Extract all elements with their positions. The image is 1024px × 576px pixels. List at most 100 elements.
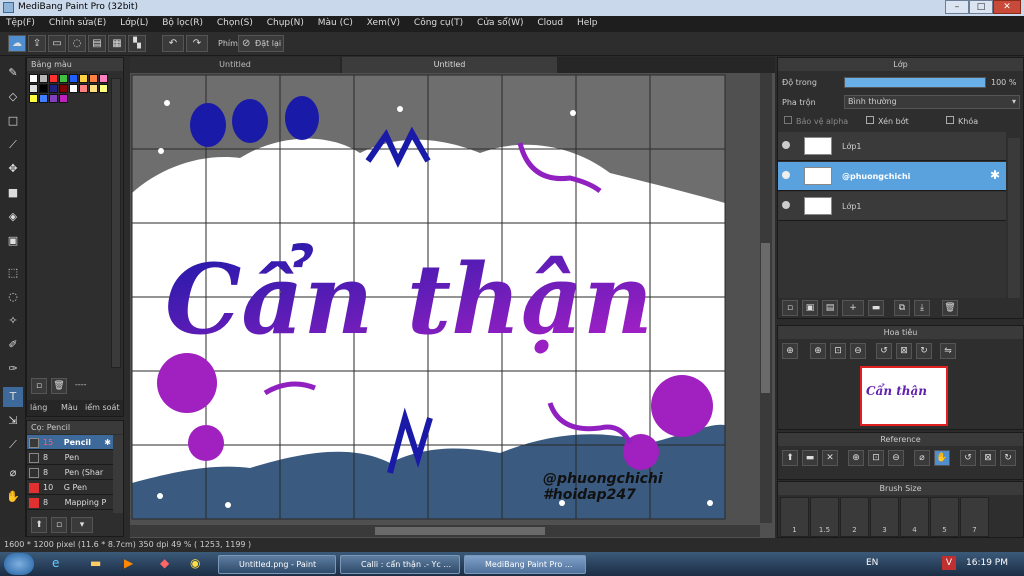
- bucket-tool-icon[interactable]: ◈: [3, 207, 23, 227]
- new-palette-icon[interactable]: ▫: [31, 378, 47, 394]
- brush-new-icon[interactable]: ▫: [51, 517, 67, 533]
- menu-filter[interactable]: Bộ lọc(R): [156, 16, 208, 28]
- new-8bit-layer-icon[interactable]: ▤: [822, 300, 838, 316]
- color-swatch[interactable]: [59, 94, 68, 103]
- folder-open-icon[interactable]: ▬: [802, 450, 818, 466]
- task-chrome[interactable]: Calli : cẩn thận .- Yc ...: [340, 555, 460, 574]
- brush-size-cell[interactable]: 1: [780, 497, 809, 537]
- trash-icon[interactable]: 🗑: [51, 378, 67, 394]
- document-icon[interactable]: ▤: [88, 35, 106, 52]
- gear-icon[interactable]: ✱: [990, 168, 1000, 182]
- new-layer-icon[interactable]: ▫: [782, 300, 798, 316]
- menu-help[interactable]: Help: [571, 16, 603, 28]
- rotate-right-icon[interactable]: ↻: [916, 343, 932, 359]
- rectangle-tool-icon[interactable]: □: [3, 111, 23, 131]
- merge-icon[interactable]: ⤓: [914, 300, 930, 316]
- menu-edit[interactable]: Chỉnh sửa(E): [43, 16, 111, 28]
- zoom-in-alt-icon[interactable]: ⊕: [810, 343, 826, 359]
- canvas-area[interactable]: Cẩn thận @phuongchichi #hoidap247: [130, 73, 775, 538]
- tray-v-icon[interactable]: V: [942, 556, 956, 570]
- protect-alpha-checkbox[interactable]: Bảo vệ alpha: [784, 116, 848, 126]
- canvas-hscroll-thumb[interactable]: [375, 527, 545, 535]
- lock-checkbox[interactable]: Khóa: [946, 116, 978, 126]
- operation-tool-icon[interactable]: ⇲: [3, 411, 23, 431]
- menu-capture[interactable]: Chụp(N): [261, 16, 309, 28]
- menu-select[interactable]: Chọn(S): [211, 16, 258, 28]
- rotate-right-icon[interactable]: ↻: [1000, 450, 1016, 466]
- menu-file[interactable]: Tệp(F): [0, 16, 40, 28]
- folder-icon[interactable]: ▬: [868, 300, 884, 316]
- menu-tools[interactable]: Công cụ(T): [408, 16, 468, 28]
- color-swatch[interactable]: [49, 84, 58, 93]
- undo-icon[interactable]: ↶: [162, 35, 184, 52]
- rotate-left-icon[interactable]: ↺: [876, 343, 892, 359]
- hand-icon[interactable]: ✋: [934, 450, 950, 466]
- gear-icon[interactable]: ✱: [104, 435, 111, 450]
- brush-size-cell[interactable]: 5: [930, 497, 959, 537]
- brush-item[interactable]: 8 Mapping P: [27, 495, 113, 510]
- brush-item[interactable]: 8 Pen (Shar: [27, 465, 113, 480]
- task-paint[interactable]: Untitled.png - Paint: [218, 555, 336, 574]
- color-swatch[interactable]: [99, 74, 108, 83]
- select-tool-icon[interactable]: ⬚: [3, 263, 23, 283]
- color-swatch[interactable]: [69, 84, 78, 93]
- color-swatch[interactable]: [29, 94, 38, 103]
- reset-rotate-icon[interactable]: ⊠: [896, 343, 912, 359]
- brush-item[interactable]: 10 G Pen: [27, 480, 113, 495]
- brush-scrollbar[interactable]: [113, 435, 123, 513]
- select-pen-icon[interactable]: ✐: [3, 335, 23, 355]
- move-tool-icon[interactable]: ✥: [3, 159, 23, 179]
- eye-icon[interactable]: [782, 201, 790, 209]
- palette-scrollbar[interactable]: [111, 78, 121, 368]
- canvas-vscroll[interactable]: [760, 73, 772, 523]
- layer-row-selected[interactable]: @phuongchichi ✱: [778, 162, 1006, 191]
- color-swatch[interactable]: [79, 74, 88, 83]
- magic-wand-icon[interactable]: ✧: [3, 311, 23, 331]
- tab-untitled-1[interactable]: Untitled: [130, 57, 340, 73]
- color-swatch[interactable]: [29, 84, 38, 93]
- canvas-vscroll-thumb[interactable]: [761, 243, 770, 393]
- export-icon[interactable]: ⇪: [28, 35, 46, 52]
- material-icon[interactable]: ▦: [108, 35, 126, 52]
- menu-view[interactable]: Xem(V): [361, 16, 405, 28]
- minimize-button[interactable]: –: [945, 0, 969, 14]
- fit-icon[interactable]: ⊡: [830, 343, 846, 359]
- eyedropper-icon[interactable]: ⌀: [3, 463, 23, 483]
- select-eraser-icon[interactable]: ✑: [3, 359, 23, 379]
- app-icon[interactable]: ◆: [160, 556, 169, 570]
- opacity-slider[interactable]: [844, 77, 986, 88]
- color-swatch[interactable]: [79, 84, 88, 93]
- color-swatch[interactable]: [39, 84, 48, 93]
- language-indicator[interactable]: EN: [866, 558, 878, 568]
- eye-icon[interactable]: [782, 141, 790, 149]
- open-icon[interactable]: ⬆: [782, 450, 798, 466]
- canvas-hscroll[interactable]: [130, 525, 760, 537]
- navigator-preview[interactable]: Cẩn thận: [860, 366, 948, 426]
- media-icon[interactable]: ▶: [124, 556, 133, 570]
- blend-select[interactable]: Bình thường ▾: [844, 95, 1020, 109]
- close-button[interactable]: ✕: [993, 0, 1021, 14]
- clip-checkbox[interactable]: Xén bớt: [866, 116, 909, 126]
- zoom-in-icon[interactable]: ⊕: [848, 450, 864, 466]
- brush-size-cell[interactable]: 3: [870, 497, 899, 537]
- eraser-tool-icon[interactable]: ◇: [3, 87, 23, 107]
- brush-add-icon[interactable]: ⬆: [31, 517, 47, 533]
- canvas-artwork[interactable]: Cẩn thận @phuongchichi #hoidap247: [130, 73, 775, 538]
- maximize-button[interactable]: □: [969, 0, 993, 14]
- layer-row[interactable]: Lớp1: [778, 132, 1006, 161]
- brush-tool-icon[interactable]: ✎: [3, 63, 23, 83]
- brush-size-cell[interactable]: 1.5: [810, 497, 839, 537]
- lasso-tool-icon[interactable]: ◌: [3, 287, 23, 307]
- chrome-icon[interactable]: ◉: [190, 556, 200, 570]
- color-swatch[interactable]: [99, 84, 108, 93]
- brush-menu-icon[interactable]: ▾: [71, 517, 93, 533]
- zoom-out-icon[interactable]: ⊖: [888, 450, 904, 466]
- tab-color[interactable]: Màu: [61, 403, 78, 412]
- eye-icon[interactable]: [782, 171, 790, 179]
- chat-icon[interactable]: ◌: [68, 35, 86, 52]
- ie-icon[interactable]: e: [52, 556, 59, 570]
- color-swatch[interactable]: [39, 74, 48, 83]
- hand-tool-icon[interactable]: ✋: [3, 487, 23, 507]
- reset-button[interactable]: ⊘ Đặt lại: [238, 35, 284, 52]
- fill-rect-tool-icon[interactable]: ■: [3, 183, 23, 203]
